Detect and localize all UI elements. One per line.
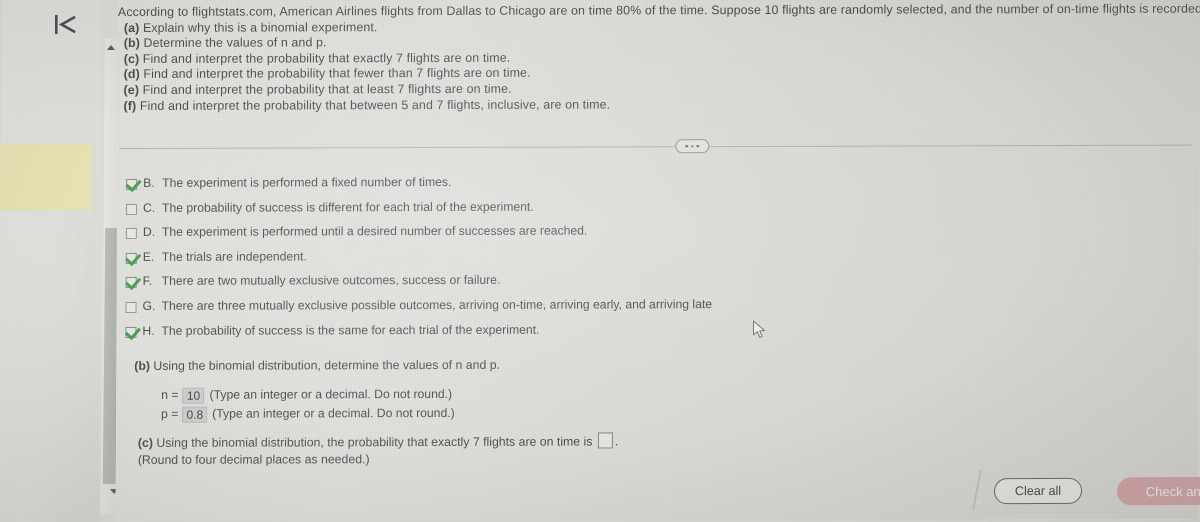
checkbox-b[interactable] (126, 178, 138, 190)
part-c-prompt-line: (c) Using the binomial distribution, the… (138, 432, 618, 452)
option-letter-c: C. (142, 200, 156, 215)
divider-line (119, 144, 1192, 149)
highlight-band (0, 144, 93, 210)
mouse-pointer-icon (752, 320, 768, 345)
option-row-d[interactable]: D. The experiment is performed until a d… (125, 222, 1026, 249)
option-text-g: There are three mutually exclusive possi… (161, 297, 713, 313)
checkbox-f[interactable] (125, 277, 137, 289)
n-input[interactable]: 10 (182, 387, 205, 404)
np-answer-group: n = 10 (Type an integer or a decimal. Do… (161, 385, 500, 424)
option-letter-d: D. (142, 225, 156, 240)
part-b-label: (b) (134, 358, 151, 373)
option-letter-h: H. (142, 323, 155, 338)
section-divider (119, 138, 1192, 155)
option-text-h: The probability of success is the same f… (161, 322, 540, 338)
exercise-content: According to flightstats.com, American A… (115, 0, 1200, 522)
p-answer-row: p = 0.8 (Type an integer or a decimal. D… (161, 404, 500, 424)
answer-options-list: B. The experiment is performed a fixed n… (125, 173, 1026, 348)
p-label: p = (161, 406, 179, 421)
ellipsis-dot-3 (696, 144, 700, 148)
checkbox-h[interactable] (125, 326, 137, 338)
left-panel (0, 0, 104, 522)
option-text-c: The probability of success is different … (161, 199, 534, 215)
part-c-label: (c) (137, 435, 153, 450)
checkbox-g[interactable] (125, 301, 137, 313)
option-letter-b: B. (143, 175, 155, 190)
option-letter-e: E. (142, 249, 155, 264)
problem-statement: According to flightstats.com, American A… (117, 2, 1200, 115)
problem-part-f: (f) Find and interpret the probability t… (123, 97, 611, 113)
collapse-to-start-icon[interactable] (49, 12, 81, 38)
option-text-b: The experiment is performed a fixed numb… (162, 174, 452, 190)
ellipsis-dot-2 (691, 144, 694, 148)
part-c-rounding-hint: (Round to four decimal places as needed.… (137, 452, 370, 467)
p-input[interactable]: 0.8 (182, 406, 208, 423)
option-letter-g: G. (142, 298, 156, 313)
check-answer-button[interactable]: Check answer (1116, 476, 1200, 506)
option-letter-f: F. (142, 274, 153, 289)
n-hint: (Type an integer or a decimal. Do not ro… (209, 386, 453, 402)
n-label: n = (161, 387, 179, 402)
option-row-b[interactable]: B. The experiment is performed a fixed n… (126, 173, 1026, 200)
part-c-trailing-period: . (614, 434, 619, 449)
checkbox-e[interactable] (125, 252, 137, 264)
checkbox-d[interactable] (125, 228, 137, 240)
checkbox-c[interactable] (125, 203, 138, 215)
option-text-f: There are two mutually exclusive outcome… (161, 273, 501, 289)
part-b-section: (b) Using the binomial distribution, det… (134, 358, 500, 424)
expand-ellipsis-button[interactable] (675, 139, 710, 154)
clear-all-button[interactable]: Clear all (993, 477, 1083, 505)
option-row-h[interactable]: H. The probability of success is the sam… (125, 321, 1025, 348)
option-text-d: The experiment is performed until a desi… (161, 223, 588, 240)
option-row-e[interactable]: E. The trials are independent. (125, 247, 1026, 274)
n-answer-row: n = 10 (Type an integer or a decimal. Do… (161, 385, 500, 405)
part-b-prompt: (b) Using the binomial distribution, det… (134, 358, 500, 373)
screen-photo: According to flightstats.com, American A… (0, 0, 1200, 522)
option-row-c[interactable]: C. The probability of success is differe… (125, 198, 1026, 225)
ellipsis-dot-1 (685, 144, 689, 148)
part-c-prompt-text: Using the binomial distribution, the pro… (156, 434, 593, 450)
p-hint: (Type an integer or a decimal. Do not ro… (212, 405, 455, 421)
scroll-up-arrow-icon[interactable] (104, 40, 117, 54)
option-row-f[interactable]: F. There are two mutually exclusive outc… (125, 272, 1026, 299)
part-c-answer-input[interactable] (597, 432, 613, 449)
option-text-e: The trials are independent. (161, 249, 307, 264)
part-c-section: (c) Using the binomial distribution, the… (138, 432, 619, 469)
part-b-prompt-text: Using the binomial distribution, determi… (153, 357, 501, 373)
option-row-g[interactable]: G. There are three mutually exclusive po… (125, 296, 1025, 323)
